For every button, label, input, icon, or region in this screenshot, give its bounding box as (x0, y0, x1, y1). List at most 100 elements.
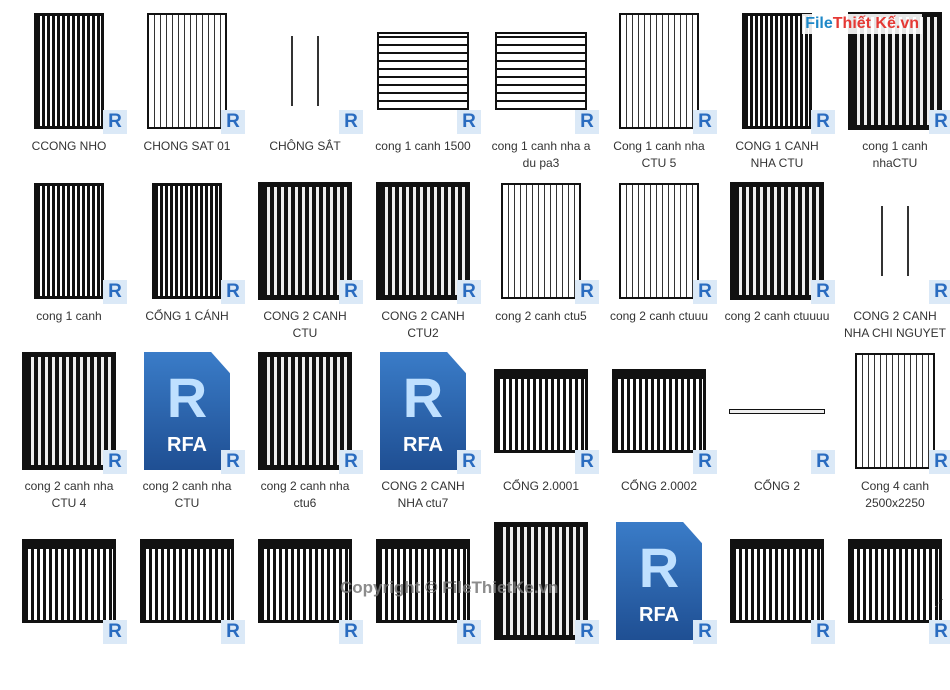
file-item[interactable]: R RFA R CONG 2 CANH NHA ctu7 (364, 350, 482, 520)
file-name: Cong 4 canh 2500x2250 (860, 479, 930, 510)
file-item[interactable]: R CỔNG 1 CÁNH (128, 180, 246, 350)
file-name: CONG 2 CANH NHA CHI NGUYET (843, 309, 946, 340)
revit-badge-icon: R (339, 110, 363, 134)
gate-thumbnail (258, 182, 352, 300)
file-name: cong 1 canh 1500 (375, 139, 471, 153)
site-logo: FileThiết Kế.vn (802, 14, 922, 34)
file-item[interactable]: Rcong 2 canh nha ctu6 (246, 350, 364, 520)
file-item[interactable]: R CHÔNG SẮT (246, 10, 364, 180)
gate-thumbnail (258, 352, 352, 470)
file-name: cong 2 canh nha CTU 4 (24, 479, 114, 510)
file-item[interactable]: R (482, 520, 600, 690)
thumbnail: R (609, 180, 717, 304)
file-name: CONG 2 CANH NHA ctu7 (381, 479, 465, 510)
file-item[interactable]: R CONG 2 CANH CTU (246, 180, 364, 350)
rfa-file-icon: R RFA (616, 522, 702, 640)
file-name: CỔNG 2.0001 (502, 479, 580, 493)
gate-thumbnail (495, 32, 587, 110)
file-item[interactable]: Rcong 1 canh 1500 (364, 10, 482, 180)
gate-thumbnail (730, 182, 824, 300)
file-name: cong 2 canh ctuuu (609, 309, 709, 323)
gate-thumbnail (612, 369, 706, 453)
revit-badge-icon: R (693, 450, 717, 474)
revit-badge-icon: R (693, 620, 717, 644)
thumbnail: R (19, 180, 127, 304)
file-item[interactable]: Rcong 1 canh nha a du pa3 (482, 10, 600, 180)
revit-badge-icon: R (457, 110, 481, 134)
file-item[interactable]: Rcong 2 canh nha CTU 4 (10, 350, 128, 520)
rfa-file-icon: R RFA (380, 352, 466, 470)
file-item[interactable]: R (836, 520, 950, 690)
thumbnail: R (609, 10, 717, 134)
file-name: CONG 1 CANH NHA CTU (735, 139, 819, 170)
file-name: CONG 2 CANH CTU (263, 309, 347, 340)
file-item[interactable]: R CONG 2 CANH NHA CHI NGUYET (836, 180, 950, 350)
gate-thumbnail (501, 183, 581, 299)
revit-badge-icon: R (575, 450, 599, 474)
thumbnail: R (727, 520, 835, 644)
file-item[interactable]: Rcong 1 canh nhaCTU (836, 10, 950, 180)
file-item[interactable]: R Cong 4 canh 2500x2250 (836, 350, 950, 520)
file-item[interactable]: R (246, 520, 364, 690)
revit-badge-icon: R (693, 280, 717, 304)
revit-badge-icon: R (339, 280, 363, 304)
revit-badge-icon: R (929, 280, 950, 304)
file-item[interactable]: Rcong 2 canh ctuuuu (718, 180, 836, 350)
thumbnail: R (373, 180, 481, 304)
file-item[interactable]: Rcong 1 canh (10, 180, 128, 350)
revit-badge-icon: R (221, 450, 245, 474)
thumbnail: R (845, 180, 950, 304)
gate-thumbnail (729, 408, 825, 414)
resize-grip-icon[interactable]: ⋰ (934, 598, 948, 612)
gate-thumbnail (855, 353, 935, 469)
file-item[interactable]: R CONG 1 CANH NHA CTU (718, 10, 836, 180)
thumbnail: R (491, 180, 599, 304)
file-name: CHONG SAT 01 (143, 139, 231, 153)
revit-badge-icon: R (811, 620, 835, 644)
revit-badge-icon: R (339, 620, 363, 644)
gate-thumbnail (619, 183, 699, 299)
thumbnail: R (609, 350, 717, 474)
revit-badge-icon: R (221, 110, 245, 134)
file-name: cong 2 canh ctu5 (495, 309, 587, 323)
gate-thumbnail (34, 183, 104, 299)
file-item[interactable]: R CỔNG 2.0001 (482, 350, 600, 520)
thumbnail: R (137, 520, 245, 644)
gate-thumbnail (730, 539, 824, 623)
revit-badge-icon: R (575, 620, 599, 644)
file-item[interactable]: R CỔNG 2.0002 (600, 350, 718, 520)
thumbnail: R (255, 10, 363, 134)
file-item[interactable]: R (718, 520, 836, 690)
gate-thumbnail (291, 36, 319, 106)
file-item[interactable]: R CCONG NHO (10, 10, 128, 180)
file-item[interactable]: Rcong 2 canh ctuuu (600, 180, 718, 350)
revit-badge-icon: R (457, 450, 481, 474)
file-item[interactable]: R (128, 520, 246, 690)
file-item[interactable]: Rcong 2 canh ctu5 (482, 180, 600, 350)
file-name: cong 1 canh (36, 309, 102, 323)
rfa-file-icon: R RFA (144, 352, 230, 470)
file-name: CHÔNG SẮT (269, 139, 341, 153)
revit-badge-icon: R (929, 110, 950, 134)
revit-badge-icon: R (811, 110, 835, 134)
file-item[interactable]: R CHONG SAT 01 (128, 10, 246, 180)
file-item[interactable]: R CỔNG 2 (718, 350, 836, 520)
file-item[interactable]: R Cong 1 canh nha CTU 5 (600, 10, 718, 180)
thumbnail: R (137, 180, 245, 304)
file-item[interactable]: R RFA R (600, 520, 718, 690)
file-item[interactable]: R RFA Rcong 2 canh nha CTU (128, 350, 246, 520)
file-item[interactable]: R CONG 2 CANH CTU2 (364, 180, 482, 350)
file-name: CỔNG 2 (753, 479, 800, 493)
gate-thumbnail (619, 13, 699, 129)
file-name: cong 2 canh nha ctu6 (260, 479, 350, 510)
revit-badge-icon: R (811, 450, 835, 474)
gate-thumbnail (22, 539, 116, 623)
revit-badge-icon: R (575, 280, 599, 304)
revit-badge-icon: R (103, 280, 127, 304)
file-item[interactable]: R (364, 520, 482, 690)
file-item[interactable]: R (10, 520, 128, 690)
thumbnail: R (373, 10, 481, 134)
revit-badge-icon: R (929, 620, 950, 644)
thumbnail: R RFA R (609, 520, 717, 644)
revit-badge-icon: R (457, 280, 481, 304)
